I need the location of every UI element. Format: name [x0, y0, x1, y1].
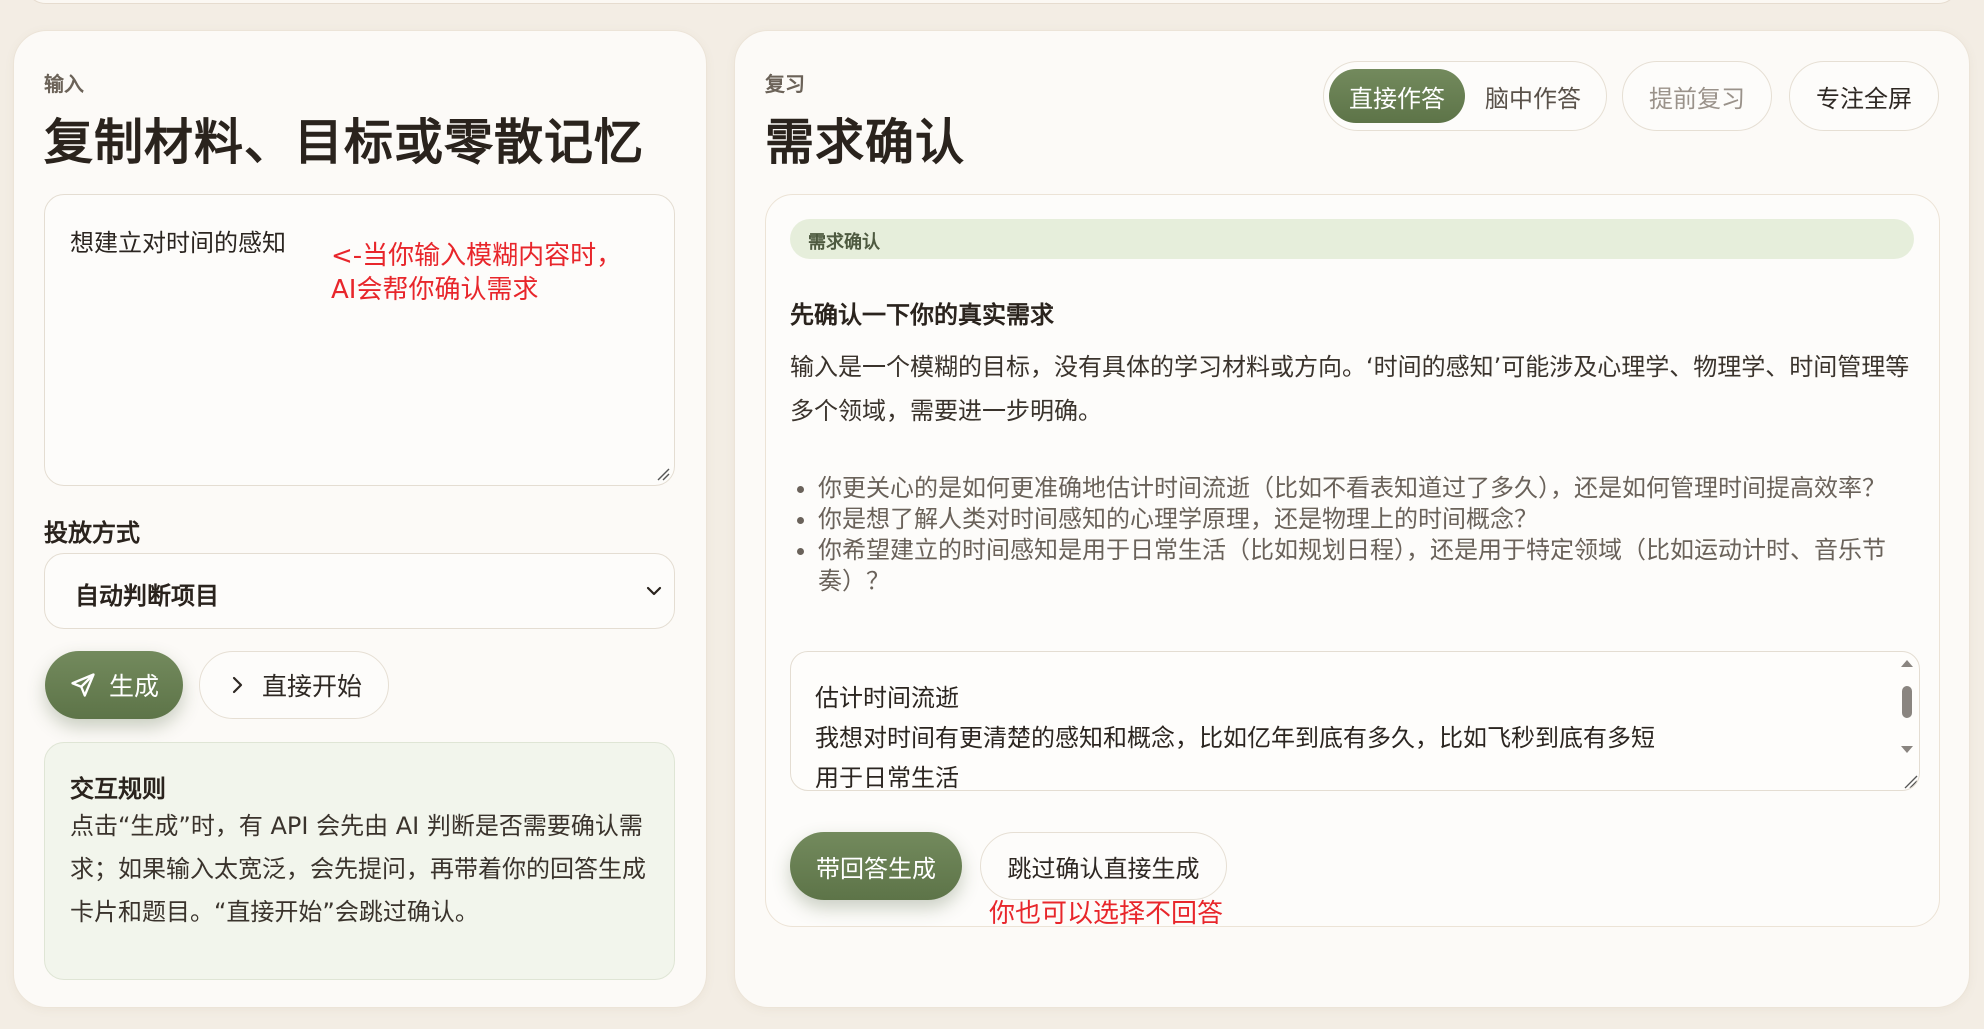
input-title: 复制材料、目标或零散记忆 — [44, 114, 645, 171]
delivery-label: 投放方式 — [44, 519, 140, 547]
input-panel: 输入 复制材料、目标或零散记忆 想建立对时间的感知 <-当你输入模糊内容时， A… — [13, 30, 707, 1008]
tab-direct-answer[interactable]: 直接作答 — [1329, 69, 1465, 123]
card-paragraph: 输入是一个模糊的目标，没有具体的学习材料或方向。‘时间的感知’可能涉及心理学、物… — [790, 353, 1910, 425]
rules-text: 点击“生成”时，有 API 会先由 AI 判断是否需要确认需求；如果输入太宽泛，… — [70, 812, 646, 926]
delivery-select-value: 自动判断项目 — [75, 582, 219, 610]
rules-title: 交互规则 — [70, 775, 166, 803]
top-bar-edge — [24, 0, 1960, 4]
delivery-select[interactable]: 自动判断项目 — [44, 553, 675, 629]
card-tag-label: 需求确认 — [808, 232, 880, 253]
skip-confirm-button[interactable]: 跳过确认直接生成 — [980, 832, 1227, 900]
resize-grip-icon[interactable] — [656, 467, 670, 481]
send-icon — [71, 673, 95, 697]
material-textarea-value: 想建立对时间的感知 — [70, 229, 286, 257]
review-eyebrow: 复习 — [765, 72, 805, 96]
tab-mental-answer[interactable]: 脑中作答 — [1465, 69, 1601, 123]
generate-button[interactable]: 生成 — [45, 651, 183, 719]
list-item: 你是想了解人类对时间感知的心理学原理，还是物理上的时间概念？ — [790, 504, 1920, 535]
answer-line-3: 用于日常生活 — [815, 764, 959, 791]
review-title: 需求确认 — [765, 114, 966, 171]
chevron-right-icon — [232, 676, 243, 694]
answer-mode-toggle: 直接作答 脑中作答 — [1323, 61, 1607, 131]
answer-line-1: 估计时间流逝 — [815, 684, 959, 712]
early-review-button[interactable]: 提前复习 — [1622, 61, 1772, 131]
review-panel: 复习 需求确认 直接作答 脑中作答 提前复习 专注全屏 需求确认 先确认一下你的… — [734, 30, 1970, 1008]
card-tag: 需求确认 — [790, 219, 1914, 259]
interaction-rules: 交互规则 点击“生成”时，有 API 会先由 AI 判断是否需要确认需求；如果输… — [44, 742, 675, 980]
generate-button-label: 生成 — [108, 673, 159, 701]
list-item: 你希望建立的时间感知是用于日常生活（比如规划日程），还是用于特定领域（比如运动计… — [790, 535, 1920, 597]
answer-textarea[interactable]: 估计时间流逝 我想对时间有更清楚的感知和概念，比如亿年到底有多久，比如飞秒到底有… — [790, 651, 1920, 791]
answer-line-2: 我想对时间有更清楚的感知和概念，比如亿年到底有多久，比如飞秒到底有多短 — [815, 724, 1655, 752]
question-list: 你更关心的是如何更准确地估计时间流逝（比如不看表知道过了多久），还是如何管理时间… — [790, 473, 1920, 597]
annotation-line-2: AI会帮你确认需求 — [331, 275, 539, 305]
start-directly-button[interactable]: 直接开始 — [199, 651, 389, 719]
start-directly-label: 直接开始 — [261, 673, 362, 701]
card-heading: 先确认一下你的真实需求 — [790, 301, 1054, 329]
answer-scrollbar[interactable] — [1895, 652, 1919, 791]
generate-with-answer-button[interactable]: 带回答生成 — [790, 832, 962, 900]
chevron-down-icon — [646, 586, 662, 596]
skip-annotation: 你也可以选择不回答 — [989, 899, 1224, 929]
material-textarea[interactable]: 想建立对时间的感知 <-当你输入模糊内容时， AI会帮你确认需求 — [44, 194, 675, 486]
input-eyebrow: 输入 — [44, 72, 84, 96]
fullscreen-button[interactable]: 专注全屏 — [1789, 61, 1939, 131]
list-item: 你更关心的是如何更准确地估计时间流逝（比如不看表知道过了多久），还是如何管理时间… — [790, 473, 1920, 504]
requirement-card: 需求确认 先确认一下你的真实需求 输入是一个模糊的目标，没有具体的学习材料或方向… — [765, 194, 1940, 927]
annotation-line-1: <-当你输入模糊内容时， — [331, 241, 623, 271]
